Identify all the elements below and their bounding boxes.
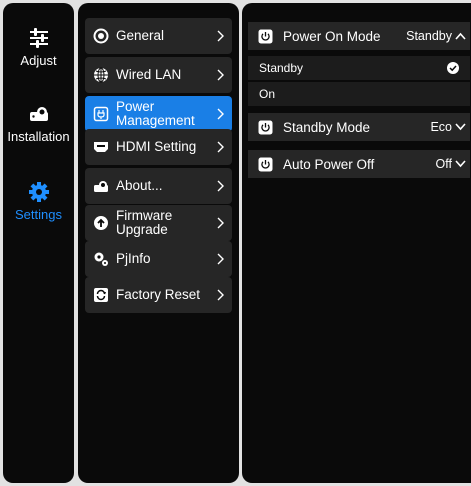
chevron-down-icon (455, 123, 466, 131)
chevron-right-icon (217, 253, 224, 265)
sidebar-item-label: Installation (7, 129, 70, 144)
projector-icon (29, 107, 48, 121)
menu-item-label: Factory Reset (116, 287, 201, 302)
menu-item-factory-reset[interactable]: Factory Reset (85, 277, 232, 313)
chevron-right-icon (217, 30, 224, 42)
standby-mode-label: Standby Mode (283, 119, 371, 135)
chevron-up-icon (455, 32, 466, 40)
option-on[interactable]: On (248, 82, 470, 106)
auto-power-off-label: Auto Power Off (283, 156, 375, 172)
menu-item-label: Power Management (116, 99, 195, 128)
upload-icon (94, 216, 108, 230)
chevron-right-icon (217, 180, 224, 192)
power-management-panel: Power On Mode Standby Standby On Standby… (242, 3, 471, 483)
gears-icon (94, 252, 108, 266)
chevron-right-icon (217, 217, 224, 229)
sidebar: Adjust Installation Settings (3, 3, 74, 483)
option-label: On (259, 87, 276, 101)
power-on-mode-label: Power On Mode (283, 28, 381, 44)
globe-icon (94, 67, 108, 83)
menu-item-label: HDMI Setting (116, 139, 197, 154)
hdmi-icon (94, 142, 108, 152)
sliders-icon (29, 28, 48, 48)
menu-item-label: Wired LAN (116, 67, 182, 82)
menu-item-general[interactable]: General (85, 18, 232, 54)
menu-item-label: General (116, 28, 165, 43)
check-circle-icon (447, 62, 459, 74)
target-icon (93, 28, 109, 44)
menu-item-firmware-upgrade[interactable]: Firmware Upgrade (85, 205, 232, 241)
reset-icon (94, 288, 108, 302)
menu-item-label: About... (116, 178, 163, 193)
settings-menu: General Wired LAN Power Management HDMI … (78, 3, 239, 483)
standby-mode-row[interactable]: Standby Mode Eco (248, 113, 470, 141)
chevron-right-icon (217, 108, 224, 120)
chevron-right-icon (217, 141, 224, 153)
option-label: Standby (259, 61, 304, 75)
power-icon (258, 157, 273, 171)
power-on-mode-row[interactable]: Power On Mode Standby (248, 22, 470, 50)
projector-info-icon (94, 181, 108, 192)
menu-item-hdmi-setting[interactable]: HDMI Setting (85, 129, 232, 165)
sidebar-item-label: Adjust (20, 53, 57, 68)
power-on-mode-value: Standby (406, 29, 452, 43)
gear-icon (28, 182, 49, 202)
power-icon (258, 29, 273, 43)
chevron-down-icon (455, 160, 466, 168)
menu-item-power-management[interactable]: Power Management (85, 96, 232, 132)
option-standby[interactable]: Standby (248, 56, 470, 80)
menu-item-wired-lan[interactable]: Wired LAN (85, 57, 232, 93)
menu-item-about[interactable]: About... (85, 168, 232, 204)
sidebar-item-adjust[interactable]: Adjust (3, 27, 74, 68)
power-plug-icon (93, 106, 109, 122)
standby-mode-value: Eco (430, 120, 452, 134)
auto-power-off-row[interactable]: Auto Power Off Off (248, 150, 470, 178)
auto-power-off-value: Off (435, 157, 452, 171)
menu-item-label: Firmware Upgrade (116, 208, 173, 237)
sidebar-item-installation[interactable]: Installation (3, 103, 74, 144)
menu-item-label: PjInfo (116, 251, 151, 266)
chevron-right-icon (217, 69, 224, 81)
chevron-right-icon (217, 289, 224, 301)
sidebar-item-settings[interactable]: Settings (3, 181, 74, 222)
power-icon (258, 120, 273, 134)
menu-item-pjinfo[interactable]: PjInfo (85, 241, 232, 277)
sidebar-item-label: Settings (15, 207, 62, 222)
